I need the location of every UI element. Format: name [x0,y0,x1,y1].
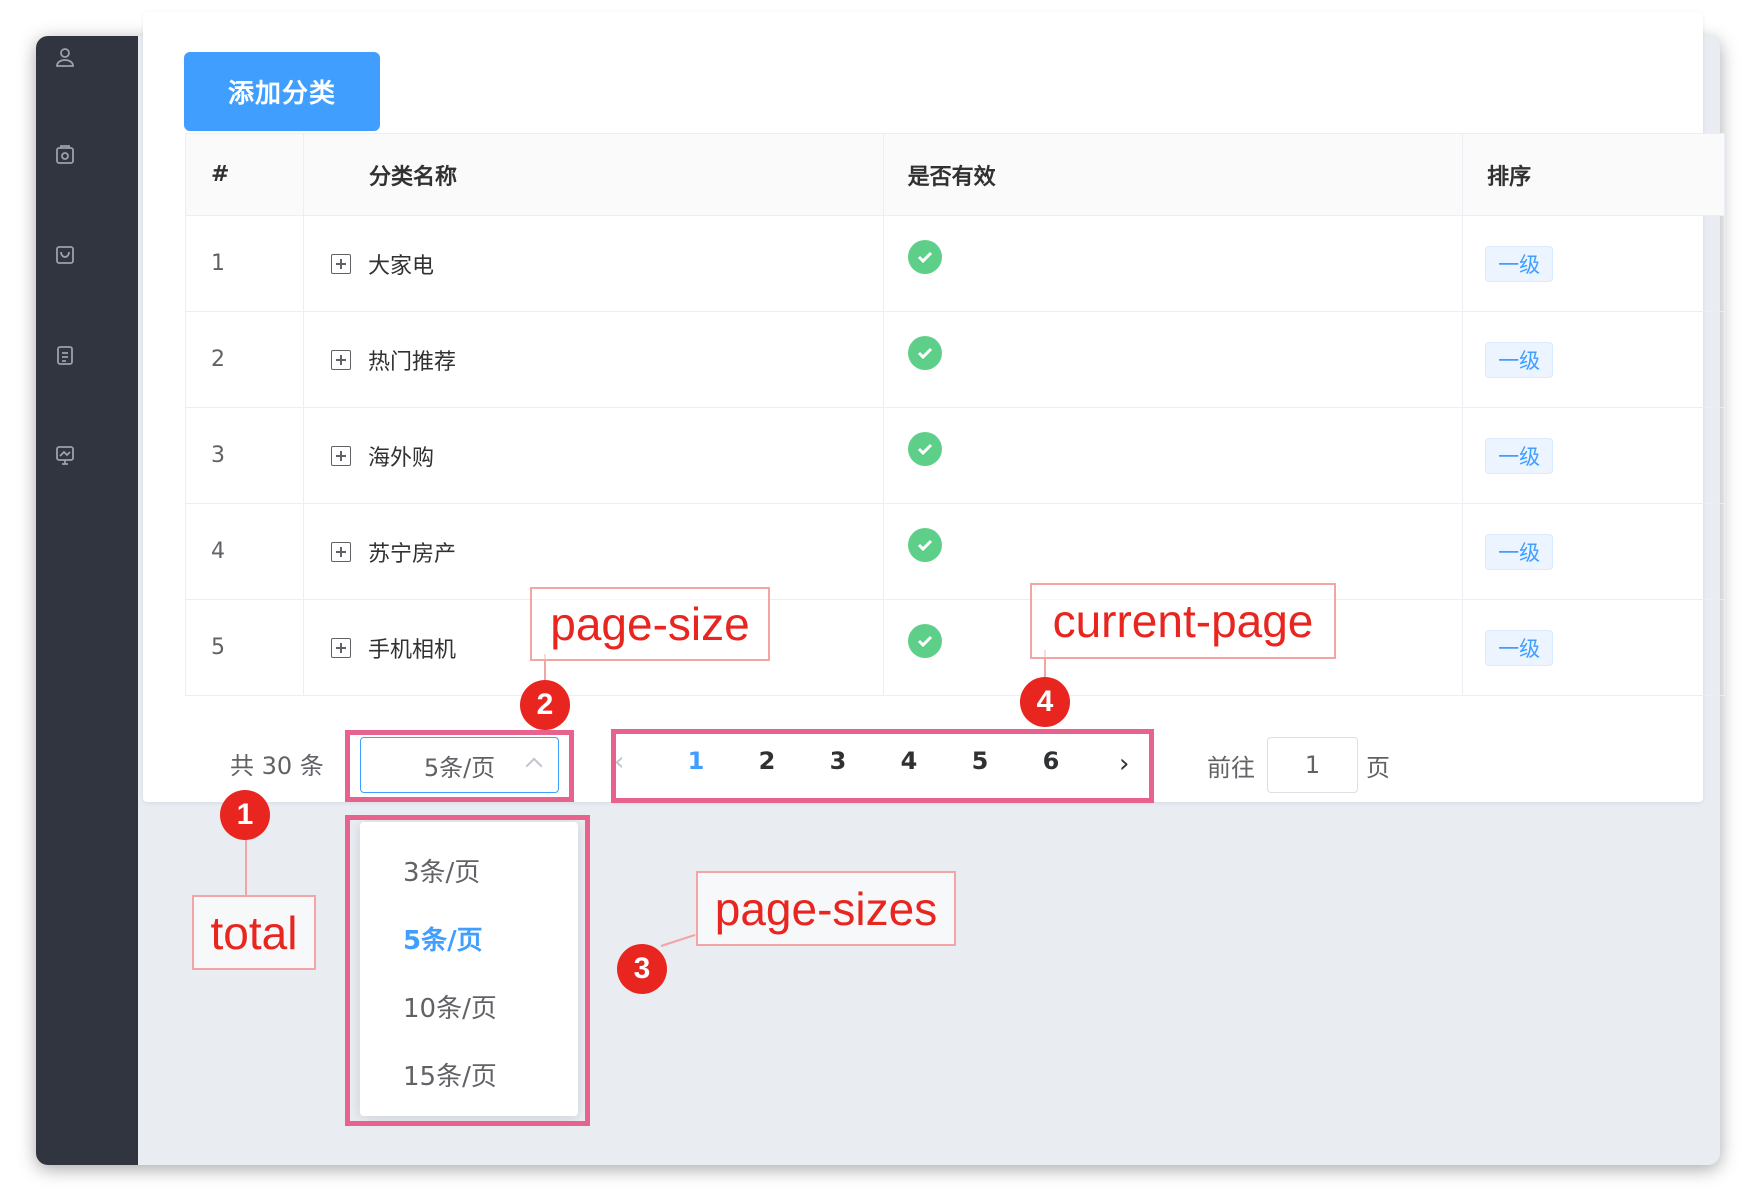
annotation-total-label: total [192,895,316,970]
sidebar [36,36,138,1165]
check-circle-icon [907,239,942,274]
report-icon[interactable] [54,444,76,466]
row-index: 2 [186,312,304,407]
row-valid-cell [884,312,1464,407]
highlight-page-size [345,730,574,802]
row-index: 1 [186,216,304,311]
table-row: 2 热门推荐 一级 [186,312,1725,408]
row-valid-cell [884,216,1464,311]
category-name: 苏宁房产 [367,541,456,567]
goto-label: 前往 [1207,754,1255,782]
goto-suffix: 页 [1366,754,1390,782]
annotation-badge-2: 2 [520,680,570,730]
row-sort-cell: 一级 [1463,504,1725,599]
level-tag: 一级 [1485,533,1554,570]
add-category-button[interactable]: 添加分类 [184,52,380,131]
table-row: 4 苏宁房产 一级 [186,504,1725,600]
category-table: # 分类名称 是否有效 排序 1 大家电 一级 2 热门推荐 一级 3 海外购 … [185,133,1725,696]
row-index: 4 [186,504,304,599]
plus-square-icon[interactable] [330,637,351,658]
check-circle-icon [907,527,942,562]
header-valid: 是否有效 [884,134,1464,215]
row-name-cell: 苏宁房产 [304,504,884,599]
row-name-cell: 大家电 [304,216,884,311]
table-row: 3 海外购 一级 [186,408,1725,504]
header-sort: 排序 [1463,134,1725,215]
category-name: 大家电 [367,253,434,279]
row-valid-cell [884,408,1464,503]
annotation-current-page-label: current-page [1030,583,1336,659]
row-sort-cell: 一级 [1463,408,1725,503]
table-row: 1 大家电 一级 [186,216,1725,312]
row-index: 5 [186,600,304,695]
row-name-cell: 热门推荐 [304,312,884,407]
connector-total [245,838,247,896]
annotation-page-size-label: page-size [530,587,770,661]
annotation-badge-4: 4 [1020,677,1070,727]
cart-icon[interactable] [54,244,76,266]
plus-square-icon[interactable] [330,445,351,466]
row-name-cell: 海外购 [304,408,884,503]
annotation-badge-1: 1 [220,790,270,840]
check-circle-icon [907,431,942,466]
user-icon[interactable] [54,46,76,68]
plus-square-icon[interactable] [330,349,351,370]
highlight-page-sizes [345,815,590,1126]
header-index: # [186,134,304,215]
table-row: 5 手机相机 一级 [186,600,1725,696]
product-icon[interactable] [54,144,76,166]
row-sort-cell: 一级 [1463,600,1725,695]
category-name: 海外购 [367,445,434,471]
category-name: 热门推荐 [367,349,456,375]
row-sort-cell: 一级 [1463,312,1725,407]
table-header: # 分类名称 是否有效 排序 [186,134,1725,216]
annotation-badge-3: 3 [617,944,667,994]
header-name: 分类名称 [304,134,884,215]
plus-square-icon[interactable] [330,253,351,274]
category-name: 手机相机 [367,637,456,663]
level-tag: 一级 [1485,245,1554,282]
level-tag: 一级 [1485,437,1554,474]
highlight-pager [611,729,1154,803]
goto-page-input[interactable] [1267,737,1358,793]
order-icon[interactable] [54,344,76,366]
pagination-total: 共 30 条 [230,751,324,780]
row-index: 3 [186,408,304,503]
check-circle-icon [907,623,942,658]
annotation-page-sizes-label: page-sizes [696,871,956,946]
level-tag: 一级 [1485,341,1554,378]
check-circle-icon [907,335,942,370]
level-tag: 一级 [1485,629,1554,666]
row-sort-cell: 一级 [1463,216,1725,311]
plus-square-icon[interactable] [330,541,351,562]
